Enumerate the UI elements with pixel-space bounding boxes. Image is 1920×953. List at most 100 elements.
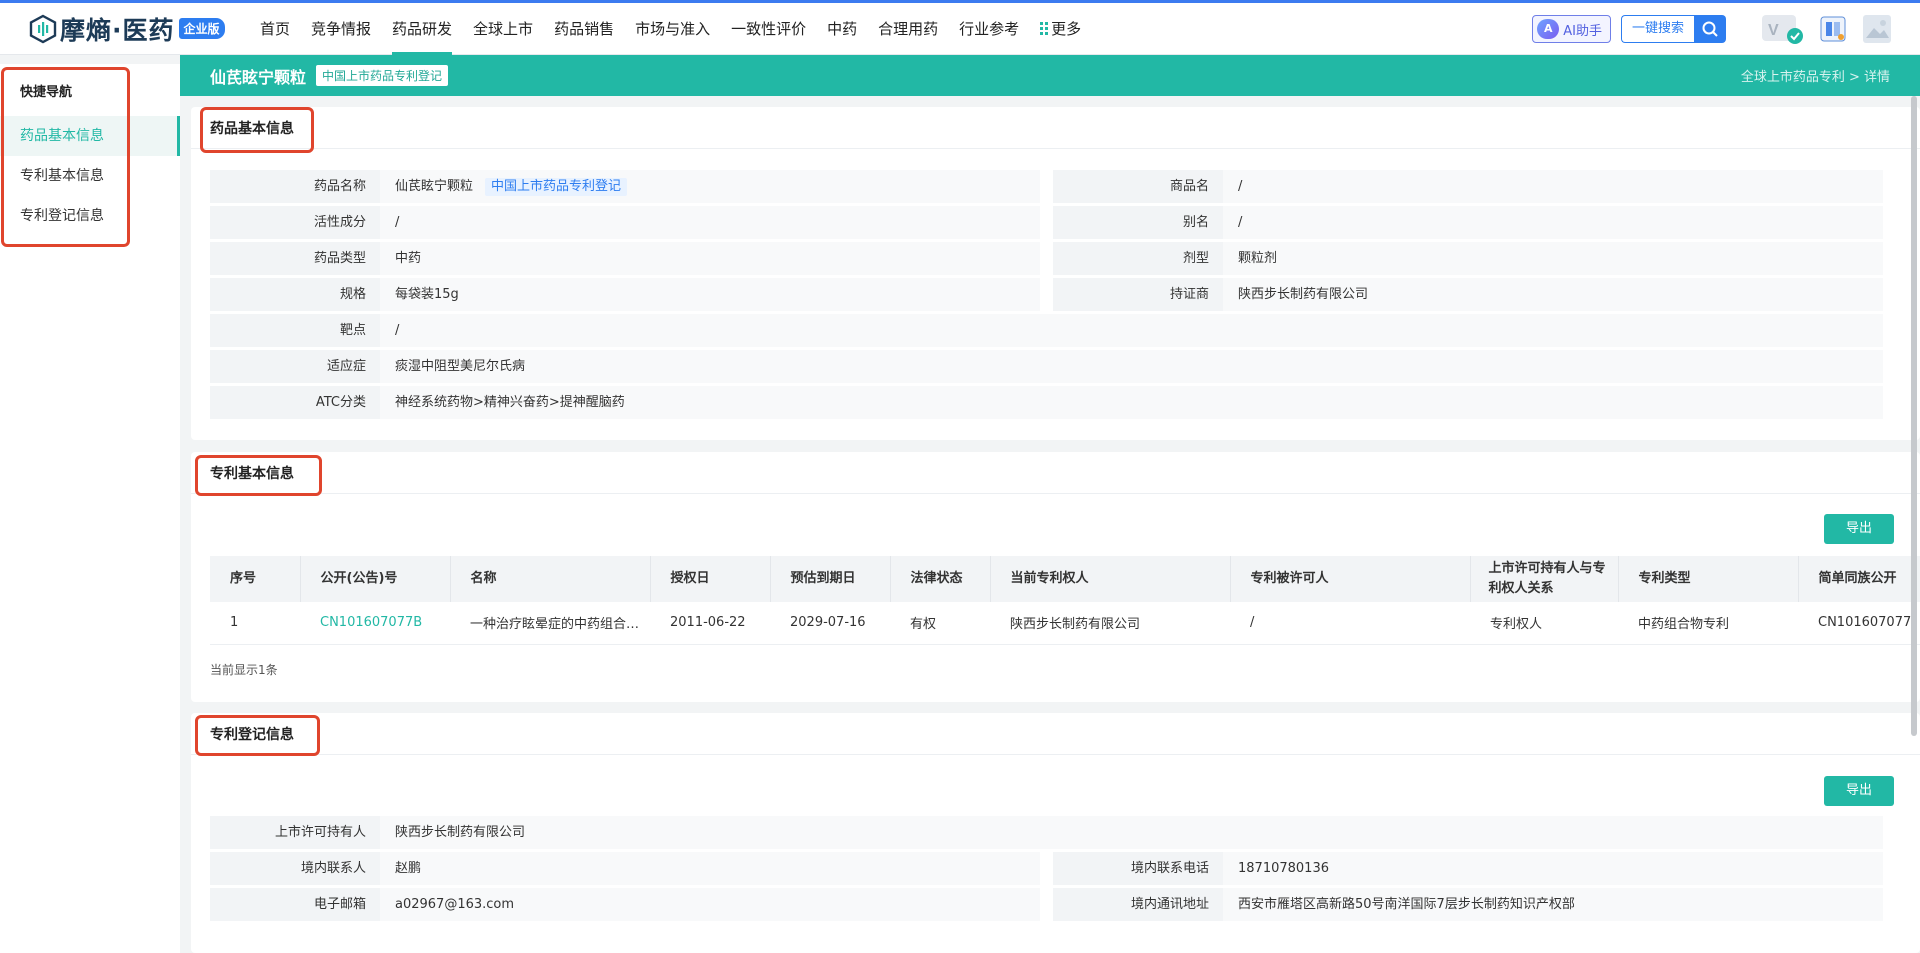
main-nav: 首页 竞争情报 药品研发 全球上市 药品销售 市场与准入 一致性评价 中药 合理… — [260, 3, 1102, 55]
nav-industry[interactable]: 行业参考 — [959, 3, 1019, 55]
logo-hexagon-icon — [28, 14, 58, 44]
field-contact: 境内联系人 赵鹏 — [210, 852, 1040, 885]
field-value: / — [380, 206, 1040, 239]
cell-legal-status: 有权 — [890, 602, 990, 645]
field-label: 境内联系电话 — [1053, 852, 1223, 885]
field-label: 上市许可持有人 — [210, 816, 380, 849]
nav-drug-sales[interactable]: 药品销售 — [554, 3, 614, 55]
field-mah: 上市许可持有人 陕西步长制药有限公司 — [210, 816, 1883, 849]
cell-index: 1 — [210, 602, 300, 645]
ai-assistant-label: AI助手 — [1563, 23, 1602, 39]
field-label: 靶点 — [210, 314, 380, 347]
table-header-row: 序号 公开(公告)号 名称 授权日 预估到期日 法律状态 当前专利权人 专利被许… — [210, 556, 1920, 602]
field-label: 境内通讯地址 — [1053, 888, 1223, 921]
field-value: a02967@163.com — [380, 888, 1040, 921]
field-label: 规格 — [210, 278, 380, 311]
field-label: 剂型 — [1053, 242, 1223, 275]
cell-patentee: 陕西步长制药有限公司 — [990, 602, 1230, 645]
field-alias: 别名 / — [1053, 206, 1883, 239]
field-license-holder: 持证商 陕西步长制药有限公司 — [1053, 278, 1883, 311]
column-header: 当前专利权人 — [990, 556, 1231, 602]
field-value: / — [1223, 170, 1883, 203]
field-value: 18710780136 — [1223, 852, 1883, 885]
record-count: 当前显示1条 — [210, 663, 278, 677]
sidebar-item-patent-info[interactable]: 专利基本信息 — [0, 156, 180, 196]
field-label: 药品名称 — [210, 170, 380, 203]
field-dosage-form: 剂型 颗粒剂 — [1053, 242, 1883, 275]
vip-badge-icon[interactable]: V — [1762, 13, 1804, 45]
export-button[interactable]: 导出 — [1824, 514, 1894, 544]
nav-competition[interactable]: 竞争情报 — [311, 3, 371, 55]
svg-text:V: V — [1768, 22, 1779, 39]
field-label: 适应症 — [210, 350, 380, 383]
cell-relation: 专利权人 — [1470, 602, 1618, 645]
cell-licensee: / — [1230, 602, 1470, 645]
field-drug-type: 药品类型 中药 — [210, 242, 1040, 275]
nav-tcm[interactable]: 中药 — [827, 3, 857, 55]
column-header: 上市许可持有人与专利权人关系 — [1470, 556, 1619, 602]
nav-market-access[interactable]: 市场与准入 — [635, 3, 710, 55]
field-email: 电子邮箱 a02967@163.com — [210, 888, 1040, 921]
cell-family: CN101607077 — [1798, 602, 1920, 645]
field-drug-name: 药品名称 仙芪眩宁颗粒 中国上市药品专利登记 — [210, 170, 1040, 203]
table-row: 1 CN101607077B 一种治疗眩晕症的中药组合物… 2011-06-22… — [210, 602, 1920, 645]
patent-info-card: 专利基本信息 导出 序号 公开(公告)号 名称 授权日 预估到期日 法律状态 当… — [191, 452, 1920, 702]
sidebar-item-registration-info[interactable]: 专利登记信息 — [0, 196, 180, 236]
field-value: 陕西步长制药有限公司 — [1223, 278, 1883, 311]
column-header: 公开(公告)号 — [300, 556, 451, 602]
page-scrollbar[interactable] — [1911, 96, 1917, 736]
sidebar-item-drug-info[interactable]: 药品基本信息 — [0, 116, 180, 156]
registration-tag: 中国上市药品专利登记 — [485, 178, 628, 196]
field-atc: ATC分类 神经系统药物>精神兴奋药>提神醒脑药 — [210, 386, 1883, 419]
field-address: 境内通讯地址 西安市雁塔区高新路50号南洋国际7层步长制药知识产权部 — [1053, 888, 1883, 921]
section-title: 药品基本信息 — [191, 107, 1920, 149]
cell-patent-type: 中药组合物专利 — [1618, 602, 1798, 645]
field-value: / — [380, 314, 1883, 347]
field-value: 中药 — [380, 242, 1040, 275]
avatar-icon[interactable] — [1862, 14, 1892, 44]
field-target: 靶点 / — [210, 314, 1883, 347]
nav-global-market[interactable]: 全球上市 — [473, 3, 533, 55]
field-specification: 规格 每袋装15g — [210, 278, 1040, 311]
column-header: 授权日 — [650, 556, 771, 602]
field-value: 每袋装15g — [380, 278, 1040, 311]
field-value: 陕西步长制药有限公司 — [380, 816, 1883, 849]
section-title: 专利基本信息 — [191, 452, 1920, 494]
field-label: 活性成分 — [210, 206, 380, 239]
breadcrumb[interactable]: 全球上市药品专利 > 详情 — [1741, 66, 1890, 85]
nav-consistency[interactable]: 一致性评价 — [731, 3, 806, 55]
nav-more[interactable]: 更多 — [1040, 3, 1081, 55]
column-header: 预估到期日 — [770, 556, 891, 602]
grid-dots-icon — [1040, 22, 1049, 35]
field-value: 西安市雁塔区高新路50号南洋国际7层步长制药知识产权部 — [1223, 888, 1883, 921]
drug-name-value: 仙芪眩宁颗粒 — [395, 179, 474, 194]
column-header: 专利类型 — [1618, 556, 1799, 602]
field-value: 颗粒剂 — [1223, 242, 1883, 275]
field-trade-name: 商品名 / — [1053, 170, 1883, 203]
field-value: 神经系统药物>精神兴奋药>提神醒脑药 — [380, 386, 1883, 419]
patent-table: 序号 公开(公告)号 名称 授权日 预估到期日 法律状态 当前专利权人 专利被许… — [210, 556, 1920, 645]
field-label: 药品类型 — [210, 242, 380, 275]
manual-icon[interactable] — [1818, 14, 1848, 44]
nav-more-label: 更多 — [1051, 19, 1082, 38]
quick-search-label: 一键搜索 — [1620, 15, 1694, 43]
logo[interactable]: 摩熵·医药 企业版 — [28, 11, 260, 47]
column-header: 法律状态 — [890, 556, 991, 602]
nav-drug-rd[interactable]: 药品研发 — [392, 3, 453, 55]
page-header: 仙芪眩宁颗粒 中国上市药品专利登记 全球上市药品专利 > 详情 — [180, 55, 1920, 96]
ai-assistant-button[interactable]: A AI助手 — [1532, 15, 1611, 43]
column-header: 简单同族公开 — [1798, 556, 1920, 602]
nav-home[interactable]: 首页 — [260, 3, 290, 55]
quick-nav-title: 快捷导航 — [20, 85, 73, 100]
cell-grant-date: 2011-06-22 — [650, 602, 770, 645]
registration-info-card: 专利登记信息 导出 上市许可持有人 陕西步长制药有限公司 境内联系人 赵鹏 境内… — [191, 713, 1920, 953]
cell-name: 一种治疗眩晕症的中药组合物… — [450, 602, 650, 645]
quick-search-button[interactable]: 一键搜索 — [1620, 15, 1726, 43]
field-label: 持证商 — [1053, 278, 1223, 311]
field-label: 电子邮箱 — [210, 888, 380, 921]
export-button[interactable]: 导出 — [1824, 776, 1894, 806]
ai-icon: A — [1537, 19, 1560, 39]
patent-number-link[interactable]: CN101607077B — [300, 602, 450, 645]
nav-rational-use[interactable]: 合理用药 — [878, 3, 938, 55]
field-label: 境内联系人 — [210, 852, 380, 885]
